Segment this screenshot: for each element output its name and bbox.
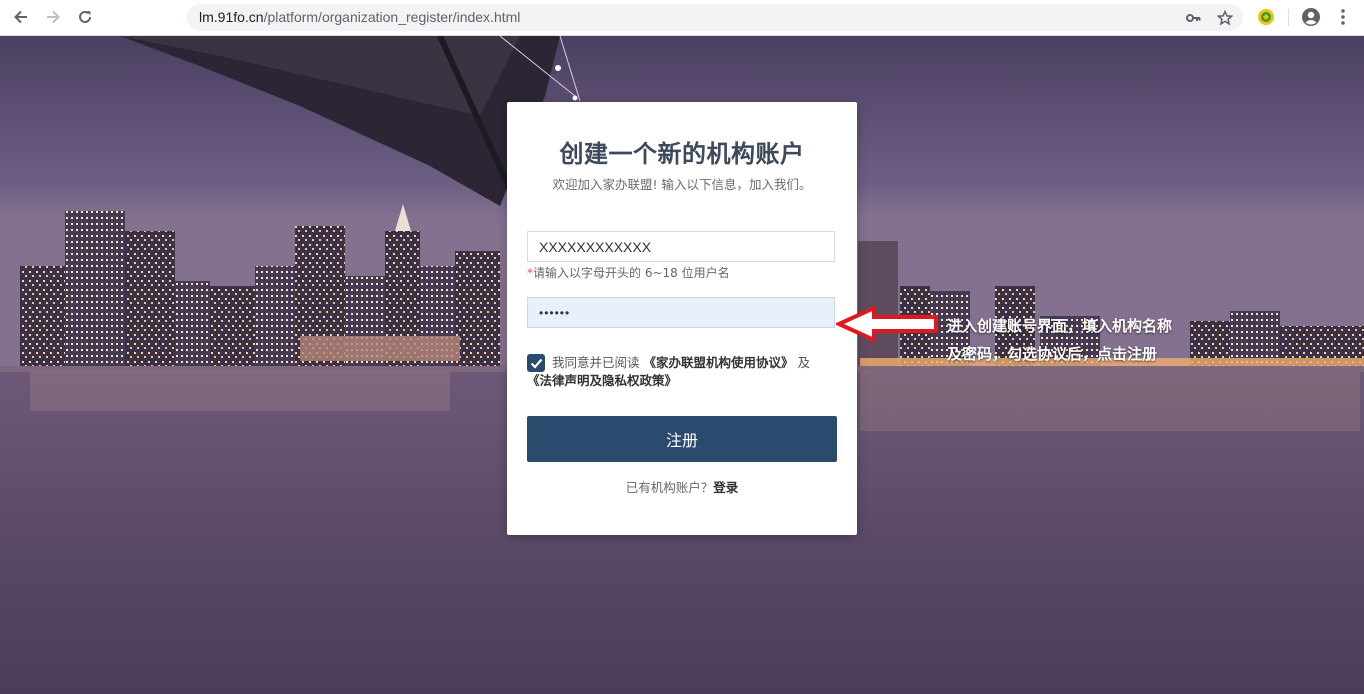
- username-input[interactable]: [527, 231, 835, 262]
- back-arrow-icon: [14, 10, 27, 24]
- forward-arrow-icon: [47, 10, 60, 24]
- username-hint: *请输入以字母开头的 6~18 位用户名: [527, 264, 730, 281]
- url-path: /platform/organization_register/index.ht…: [263, 9, 521, 25]
- annotation-line-1: 进入创建账号界面，填入机构名称: [947, 317, 1173, 335]
- login-prompt-row: 已有机构账户？登录: [507, 477, 857, 496]
- password-masked-value: ••••••: [539, 305, 571, 320]
- register-button[interactable]: 注册: [527, 416, 837, 462]
- login-prompt: 已有机构账户？: [625, 480, 714, 495]
- privacy-policy-link[interactable]: 《法律声明及隐私权政策》: [527, 373, 677, 388]
- annotation-line-2: 及密码，勾选协议后，点击注册: [947, 345, 1158, 363]
- page-subtitle: 欢迎加入家办联盟! 输入以下信息，加入我们。: [552, 177, 812, 192]
- profile-icon[interactable]: [1300, 6, 1322, 28]
- url-host: lm.91fo.cn: [199, 9, 264, 25]
- reload-button[interactable]: [72, 5, 98, 29]
- agree-checkbox[interactable]: [527, 354, 545, 372]
- usage-agreement-link[interactable]: 《家办联盟机构使用协议》: [644, 355, 794, 370]
- agreement-text: 我同意并已阅读 《家办联盟机构使用协议》 及 《法律声明及隐私权政策》: [527, 354, 833, 390]
- login-link[interactable]: 登录: [713, 480, 738, 495]
- annotation-arrow-icon: [836, 305, 938, 343]
- checkmark-icon: [530, 358, 542, 369]
- browser-toolbar: lm.91fo.cn/platform/organization_registe…: [0, 0, 1364, 36]
- extension-icon[interactable]: [1255, 6, 1277, 28]
- page-title: 创建一个新的机构账户: [559, 140, 805, 168]
- username-hint-text: 请输入以字母开头的 6~18 位用户名: [533, 266, 730, 280]
- menu-kebab-icon[interactable]: [1332, 6, 1354, 28]
- reload-icon: [79, 10, 91, 23]
- agree-and: 及: [797, 355, 811, 370]
- toolbar-divider: [1288, 9, 1289, 26]
- password-input[interactable]: ••••••: [527, 297, 835, 328]
- forward-button[interactable]: [40, 5, 66, 29]
- annotation-text: 进入创建账号界面，填入机构名称 及密码，勾选协议后，点击注册: [947, 312, 1207, 368]
- key-icon[interactable]: [1183, 8, 1203, 28]
- url-text[interactable]: lm.91fo.cn/platform/organization_registe…: [199, 9, 520, 25]
- address-bar[interactable]: lm.91fo.cn/platform/organization_registe…: [187, 4, 1243, 31]
- bookmark-star-icon[interactable]: [1215, 8, 1235, 28]
- register-card: 创建一个新的机构账户 欢迎加入家办联盟! 输入以下信息，加入我们。 *请输入以字…: [507, 102, 857, 535]
- register-button-label: 注册: [665, 431, 698, 450]
- back-button[interactable]: [8, 5, 34, 29]
- agree-prefix: 我同意并已阅读: [552, 355, 640, 370]
